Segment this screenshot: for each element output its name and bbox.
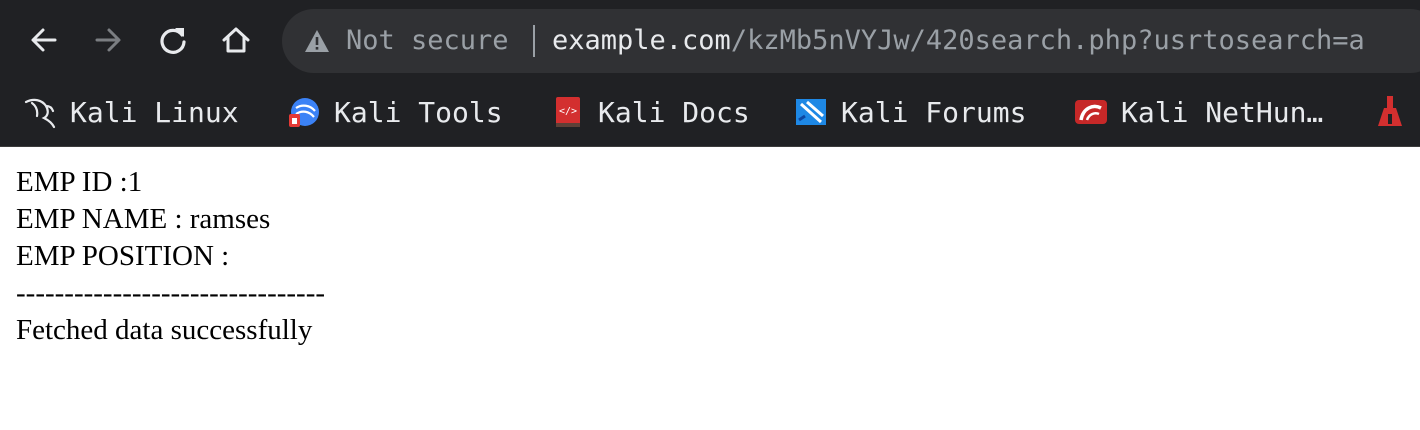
warning-triangle-icon[interactable] xyxy=(304,29,330,53)
kali-dragon-icon xyxy=(22,94,58,130)
separator-line: -------------------------------- xyxy=(16,277,326,309)
emp-id-line: EMP ID :1 xyxy=(16,166,143,198)
forward-arrow-icon xyxy=(95,28,121,52)
page-content: EMP ID :1 EMP NAME : ramses EMP POSITION… xyxy=(16,164,325,349)
url-text[interactable]: example.com/kzMb5nVYJw/420search.php?usr… xyxy=(552,23,1365,59)
bookmark-label: Kali Tools xyxy=(334,95,503,129)
kali-forums-icon xyxy=(793,94,829,130)
bookmark-label: Kali Forums xyxy=(841,95,1027,129)
home-icon xyxy=(222,27,250,53)
bookmarks-bar: Kali Linux Kali Tools </> Kali Docs Kali… xyxy=(0,80,1420,146)
bookmark-kali-forums[interactable]: Kali Forums xyxy=(793,90,1026,134)
back-arrow-icon xyxy=(31,28,57,52)
address-divider xyxy=(533,25,535,57)
bookmark-label: Kali Docs xyxy=(598,95,750,129)
bookmark-overflow[interactable] xyxy=(1372,90,1420,134)
reload-icon xyxy=(160,28,186,54)
bookmark-label: Kali Linux xyxy=(70,95,239,129)
bookmark-label: Kali NetHun… xyxy=(1121,95,1324,129)
reload-button[interactable] xyxy=(153,20,193,60)
kali-nethunter-icon xyxy=(1073,94,1109,130)
url-path: /kzMb5nVYJw/420search.php?usrtosearch=a xyxy=(730,25,1365,56)
red-flask-icon xyxy=(1372,94,1408,130)
security-status-label[interactable]: Not secure xyxy=(346,23,509,59)
kali-docs-icon: </> xyxy=(550,94,586,130)
kali-tools-icon xyxy=(286,94,322,130)
bookmark-kali-linux[interactable]: Kali Linux xyxy=(22,90,239,134)
home-button[interactable] xyxy=(216,20,256,60)
back-button[interactable] xyxy=(24,20,64,60)
bookmark-kali-nethunter[interactable]: Kali NetHun… xyxy=(1073,90,1323,134)
bookmark-kali-tools[interactable]: Kali Tools xyxy=(286,90,503,134)
forward-button[interactable] xyxy=(88,20,128,60)
url-host: example.com xyxy=(552,25,731,56)
status-message: Fetched data successfully xyxy=(16,314,313,346)
emp-position-line: EMP POSITION : xyxy=(16,240,230,272)
svg-text:</>: </> xyxy=(559,106,577,117)
browser-chrome: Not secure example.com/kzMb5nVYJw/420sea… xyxy=(0,0,1420,147)
browser-toolbar: Not secure example.com/kzMb5nVYJw/420sea… xyxy=(0,0,1420,80)
address-bar[interactable]: Not secure example.com/kzMb5nVYJw/420sea… xyxy=(282,9,1420,73)
emp-name-line: EMP NAME : ramses xyxy=(16,203,271,235)
bookmark-kali-docs[interactable]: </> Kali Docs xyxy=(550,90,750,134)
